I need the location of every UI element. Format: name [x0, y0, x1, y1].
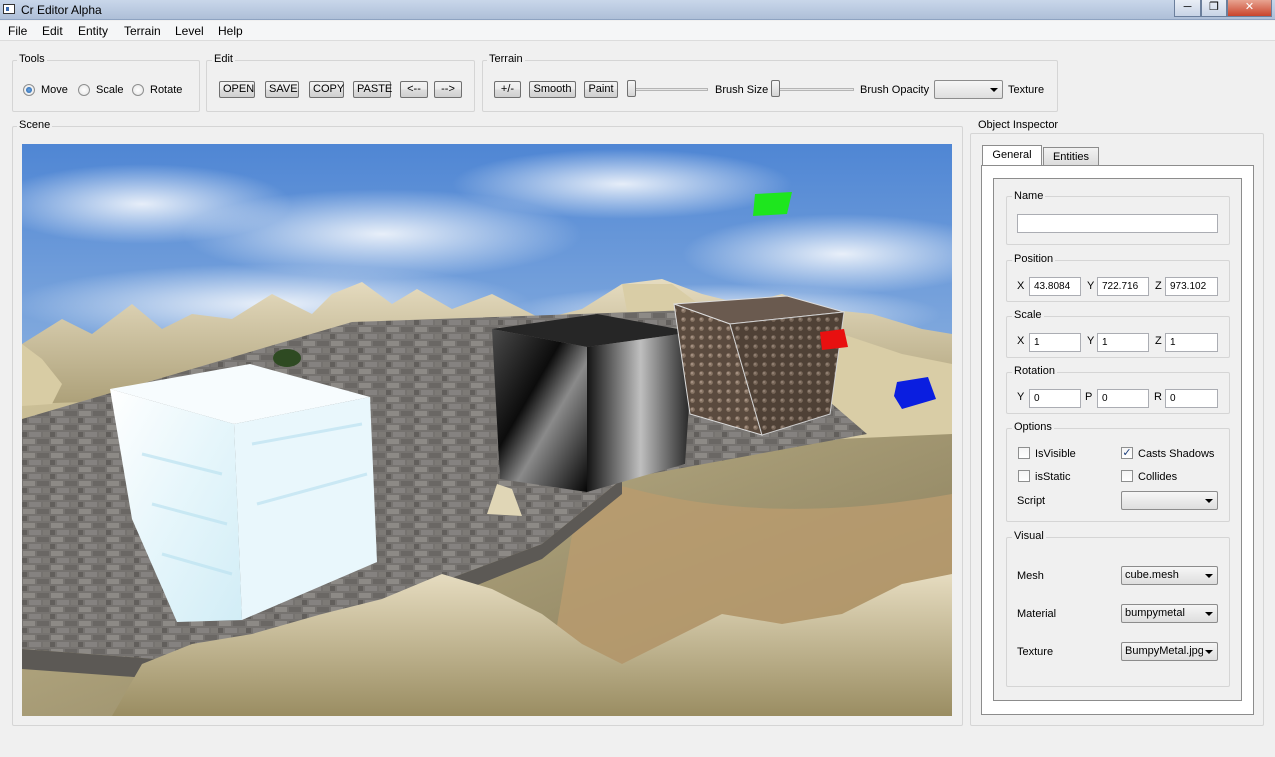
name-group-title: Name	[1012, 190, 1046, 202]
menu-edit[interactable]: Edit	[42, 24, 63, 38]
texture-label: Texture	[1008, 84, 1045, 96]
menu-terrain[interactable]: Terrain	[124, 24, 161, 38]
undo-button[interactable]: <--	[400, 81, 428, 98]
options-group-title: Options	[1012, 421, 1054, 433]
scale-x-input[interactable]: 1	[1029, 333, 1081, 352]
move-radio[interactable]	[23, 84, 35, 96]
collides-checkbox[interactable]	[1121, 470, 1133, 482]
chevron-down-icon	[1205, 574, 1213, 578]
mesh-select-value: cube.mesh	[1125, 569, 1179, 581]
visual-group-title: Visual	[1012, 530, 1046, 542]
name-input[interactable]	[1017, 214, 1218, 233]
is-static-label: isStatic	[1035, 471, 1071, 483]
visual-texture-select-value: BumpyMetal.jpg	[1125, 645, 1203, 657]
position-z-input[interactable]: 973.102	[1165, 277, 1218, 296]
redo-button[interactable]: -->	[434, 81, 462, 98]
chevron-down-icon	[1205, 499, 1213, 503]
mesh-label: Mesh	[1017, 570, 1044, 582]
position-x-label: X	[1017, 280, 1025, 292]
position-group-title: Position	[1012, 253, 1056, 265]
edit-group-title: Edit	[212, 53, 235, 65]
scale-y-input[interactable]: 1	[1097, 333, 1149, 352]
is-visible-checkbox[interactable]	[1018, 447, 1030, 459]
position-y-input[interactable]: 722.716	[1097, 277, 1149, 296]
position-y-label: Y	[1087, 280, 1095, 292]
brush-opacity-label: Brush Opacity	[860, 84, 930, 96]
is-visible-label: IsVisible	[1035, 448, 1076, 460]
scale-x-label: X	[1017, 335, 1025, 347]
rotation-y-input[interactable]: 0	[1029, 389, 1081, 408]
rotation-group-title: Rotation	[1012, 365, 1057, 377]
save-button[interactable]: SAVE	[265, 81, 299, 98]
smooth-button[interactable]: Smooth	[529, 81, 576, 98]
rotation-r-label: R	[1154, 391, 1162, 403]
brush-size-slider-thumb[interactable]	[627, 80, 636, 97]
mesh-select[interactable]: cube.mesh	[1121, 566, 1218, 585]
rotate-label: Rotate	[150, 84, 183, 96]
tools-group-title: Tools	[17, 53, 47, 65]
raise-lower-button[interactable]: +/-	[494, 81, 521, 98]
minimize-button[interactable]: ─	[1174, 0, 1201, 17]
brush-size-slider-track[interactable]	[628, 88, 708, 91]
chevron-down-icon	[990, 88, 998, 92]
paste-button[interactable]: PASTE	[353, 81, 392, 98]
tab-general[interactable]: General	[982, 145, 1042, 166]
scale-radio[interactable]	[78, 84, 90, 96]
rotate-radio[interactable]	[132, 84, 144, 96]
black-cube[interactable]	[492, 314, 694, 492]
casts-shadows-checkbox[interactable]: ✓	[1121, 447, 1133, 459]
bumpy-metal-cube[interactable]	[673, 295, 845, 436]
visual-texture-label: Texture	[1017, 646, 1054, 658]
chevron-down-icon	[1205, 612, 1213, 616]
inspector-title: Object Inspector	[976, 119, 1061, 131]
material-select[interactable]: bumpymetal	[1121, 604, 1218, 623]
rotation-r-input[interactable]: 0	[1165, 389, 1218, 408]
brush-opacity-slider-thumb[interactable]	[771, 80, 780, 97]
material-label: Material	[1017, 608, 1057, 620]
menu-entity[interactable]: Entity	[78, 24, 108, 38]
close-button[interactable]: ✕	[1227, 0, 1272, 17]
terrain-group-title: Terrain	[487, 53, 525, 65]
position-x-input[interactable]: 43.8084	[1029, 277, 1081, 296]
visual-texture-select[interactable]: BumpyMetal.jpg	[1121, 642, 1218, 661]
title-bar: Cr Editor Alpha ─ ❐ ✕	[0, 0, 1275, 20]
menu-file[interactable]: File	[8, 24, 27, 38]
scale-group-title: Scale	[1012, 309, 1044, 321]
scale-z-label: Z	[1155, 335, 1162, 347]
casts-shadows-label: Casts Shadows	[1138, 448, 1215, 460]
scale-label: Scale	[96, 84, 124, 96]
material-select-value: bumpymetal	[1125, 607, 1185, 619]
open-button[interactable]: OPEN	[219, 81, 255, 98]
copy-button[interactable]: COPY	[309, 81, 344, 98]
scene-render	[22, 144, 952, 716]
is-static-checkbox[interactable]	[1018, 470, 1030, 482]
position-z-label: Z	[1155, 280, 1162, 292]
window-title: Cr Editor Alpha	[21, 3, 102, 17]
rotation-p-input[interactable]: 0	[1097, 389, 1149, 408]
scene-viewport[interactable]	[22, 144, 952, 716]
rotation-p-label: P	[1085, 391, 1093, 403]
script-select[interactable]	[1121, 491, 1218, 510]
texture-select[interactable]	[934, 80, 1003, 99]
scene-group-title: Scene	[17, 119, 53, 131]
tab-entities[interactable]: Entities	[1043, 147, 1099, 165]
menu-bar: File Edit Entity Terrain Level Help	[0, 21, 1275, 41]
maximize-button[interactable]: ❐	[1201, 0, 1227, 17]
red-marker[interactable]	[820, 329, 848, 350]
app-icon	[3, 4, 15, 14]
green-marker[interactable]	[753, 192, 792, 216]
scale-z-input[interactable]: 1	[1165, 333, 1218, 352]
chevron-down-icon	[1205, 650, 1213, 654]
menu-level[interactable]: Level	[175, 24, 204, 38]
brush-opacity-slider-track[interactable]	[772, 88, 854, 91]
paint-button[interactable]: Paint	[584, 81, 618, 98]
scale-y-label: Y	[1087, 335, 1095, 347]
move-label: Move	[41, 84, 68, 96]
script-label: Script	[1017, 495, 1046, 507]
collides-label: Collides	[1138, 471, 1178, 483]
brush-size-label: Brush Size	[715, 84, 769, 96]
tree	[273, 349, 301, 367]
rotation-y-label: Y	[1017, 391, 1025, 403]
menu-help[interactable]: Help	[218, 24, 243, 38]
